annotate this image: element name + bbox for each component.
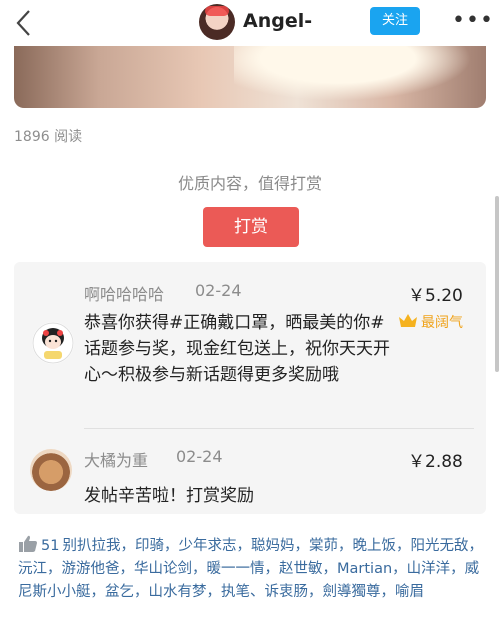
liker-name[interactable]: 华山论剑 (134, 561, 192, 577)
scrollbar[interactable] (495, 196, 499, 372)
top-bar: Angel- 关注 ••• (0, 0, 500, 46)
separator: ， (90, 584, 106, 600)
separator: ， (134, 584, 149, 600)
reward-amount: ￥5.20 (408, 286, 463, 306)
liker-name[interactable]: 游游他爸 (62, 561, 120, 577)
follow-button[interactable]: 关注 (370, 7, 420, 35)
reward-amount: ￥2.88 (408, 452, 463, 472)
author-avatar[interactable] (199, 4, 235, 40)
reward-date: 02-24 (195, 281, 242, 300)
liker-name[interactable]: 喻眉 (395, 584, 424, 600)
liker-name[interactable]: 少年求志 (178, 538, 236, 554)
separator: ， (192, 561, 207, 577)
reward-date: 02-24 (176, 447, 223, 466)
liker-name[interactable]: 盆乞 (105, 584, 134, 600)
separator: ， (206, 584, 222, 600)
liker-name[interactable]: Martian (337, 561, 392, 577)
separator: ， (294, 538, 309, 554)
liker-name[interactable]: 晚上饭 (352, 538, 396, 554)
separator: ， (380, 584, 396, 600)
separator: ， (119, 561, 135, 577)
liker-name[interactable]: 山水有梦 (149, 584, 207, 600)
separator: ， (120, 538, 135, 554)
back-arrow-icon[interactable] (12, 8, 36, 38)
liker-name[interactable]: 棠茆 (309, 538, 338, 554)
liker-name[interactable]: 阳光无敌 (410, 538, 468, 554)
like-count: 51 (41, 538, 60, 554)
separator: ， (264, 561, 280, 577)
liker-name[interactable]: 聪妈妈 (251, 538, 295, 554)
rewarder-name[interactable]: 大橘为重 (84, 447, 148, 471)
likes-list: 51 别扒拉我，印骑，少年求志，聪妈妈，棠茆，晚上饭，阳光无敌，沅江，游游他爸，华… (18, 535, 486, 604)
top-reward-badge: 最阔气 (421, 315, 463, 331)
reward-message: 发帖辛苦啦！打赏奖励 (84, 486, 254, 506)
author-name[interactable]: Angel- (243, 10, 312, 32)
separator: ， (450, 561, 465, 577)
rewarder-name[interactable]: 啊哈哈哈哈 (84, 281, 164, 305)
liker-name[interactable]: 劍導獨尊 (323, 584, 381, 600)
cartoon-girl-icon (32, 322, 74, 364)
liker-name[interactable]: 别扒拉我 (62, 538, 120, 554)
rewarder-avatar[interactable] (30, 449, 72, 491)
liker-name[interactable]: 山洋洋 (407, 561, 451, 577)
rewarder-avatar[interactable] (32, 322, 74, 364)
liker-name[interactable]: 赵世敏 (279, 561, 323, 577)
separator: ， (308, 584, 323, 600)
reward-prompt: 优质内容，值得打赏 (177, 174, 322, 193)
liker-name[interactable]: 沅江 (18, 561, 47, 577)
post-image[interactable] (14, 46, 486, 108)
separator: ， (337, 538, 353, 554)
liker-name[interactable]: 执笔、诉衷肠 (221, 584, 308, 600)
crown-icon (399, 314, 417, 327)
separator: ， (395, 538, 411, 554)
reward-message: 恭喜你获得#正确戴口罩，晒最美的你#话题参与奖，现金红包送上，祝你天天开心～积极… (84, 313, 390, 385)
reward-button[interactable]: 打赏 (203, 207, 299, 247)
divider (84, 428, 474, 429)
liker-name[interactable]: 暖一一情 (207, 561, 265, 577)
separator: ， (392, 561, 407, 577)
separator: ， (236, 538, 251, 554)
read-count: 1896 阅读 (14, 129, 83, 145)
more-options-icon[interactable]: ••• (452, 10, 494, 32)
separator: ， (322, 561, 338, 577)
separator: ， (47, 561, 62, 577)
liker-name[interactable]: 印骑 (135, 538, 164, 554)
separator: ， (468, 538, 483, 554)
thumbs-up-icon[interactable] (18, 535, 38, 553)
separator: ， (163, 538, 179, 554)
